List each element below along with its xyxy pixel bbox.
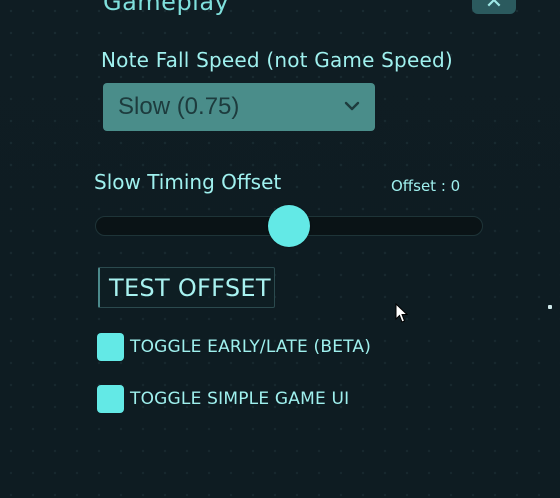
- toggle-early-late-label: TOGGLE EARLY/LATE (BETA): [130, 337, 372, 357]
- settings-panel-background: [0, 0, 560, 498]
- offset-readout: Offset : 0: [391, 177, 461, 195]
- toggle-simple-ui-label: TOGGLE SIMPLE GAME UI: [130, 389, 350, 409]
- section-title: Gameplay: [103, 0, 230, 16]
- note-fall-speed-dropdown[interactable]: Slow (0.75): [103, 83, 375, 131]
- test-offset-label: TEST OFFSET: [109, 273, 271, 302]
- dropdown-selected-value: Slow (0.75): [118, 93, 240, 120]
- mouse-cursor-icon: [395, 303, 408, 323]
- edge-marker: [548, 305, 552, 309]
- note-fall-speed-label: Note Fall Speed (not Game Speed): [101, 48, 453, 72]
- toggle-early-late-checkbox[interactable]: [97, 333, 124, 361]
- close-icon: ✕: [484, 0, 504, 14]
- chevron-down-icon: [344, 101, 360, 111]
- toggle-simple-ui-row[interactable]: TOGGLE SIMPLE GAME UI: [97, 385, 349, 413]
- close-button[interactable]: ✕: [472, 0, 516, 14]
- toggle-simple-ui-checkbox[interactable]: [97, 385, 124, 413]
- test-offset-button[interactable]: TEST OFFSET: [98, 267, 275, 308]
- timing-offset-label: Slow Timing Offset: [94, 170, 282, 194]
- timing-offset-slider-thumb[interactable]: [268, 205, 310, 247]
- toggle-early-late-row[interactable]: TOGGLE EARLY/LATE (BETA): [97, 333, 371, 361]
